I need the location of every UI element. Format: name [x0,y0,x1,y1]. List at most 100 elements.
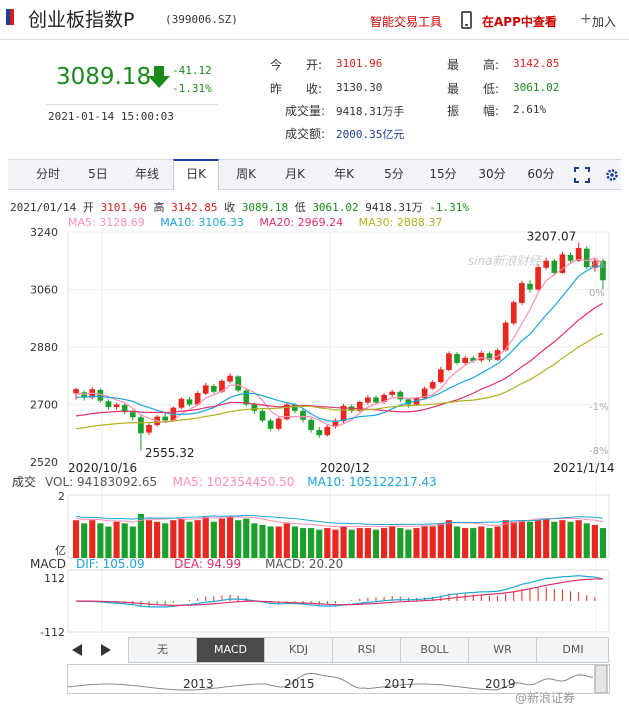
candle [81,392,87,398]
volume-bar [348,529,355,558]
volume-bar [381,528,388,558]
timeline-year: 2013 [183,677,214,691]
volume-bar [502,520,509,558]
ohlc-close-label: 收 [224,201,236,214]
indicator-tab-dmi[interactable]: DMI [537,638,609,662]
timeline-handle[interactable] [594,664,608,694]
candle [227,375,233,382]
price-change-pct: -1.31% [172,82,212,95]
turnover-value: 2000.35亿元 [336,128,405,141]
tab-yearline[interactable]: 年线 [124,160,170,189]
tab-intraday[interactable]: 分时 [25,160,71,189]
candle [592,260,598,268]
candle [365,397,371,403]
volume-bar [194,520,201,558]
volume-bar [389,526,396,558]
timeline-year: 2019 [485,677,516,691]
volume-bar [324,528,331,558]
volume-bar [470,528,477,558]
volume-bars [72,513,607,558]
candle [89,389,96,398]
volume-bar [462,528,469,558]
candle [583,248,590,268]
candle [535,267,541,290]
tab-monthly-k[interactable]: 月K [272,160,318,189]
quote-time: 2021-01-14 15:00:03 [48,110,174,123]
amplitude-label: 振 幅: [447,104,500,118]
tab-60min[interactable]: 60分 [518,160,564,189]
y-tick-label: 3240 [30,226,58,239]
volume-bar [186,521,193,558]
volume-bar [526,521,534,558]
volume-bar [397,528,404,558]
volume-bar [421,526,428,558]
scroll-left-icon[interactable] [70,643,84,657]
candle [373,397,379,403]
tab-5day[interactable]: 5日 [75,160,121,189]
ohlc-pct: -1.31% [429,201,470,214]
gear-icon[interactable] [604,167,620,183]
add-watchlist-button[interactable]: 加入 [592,13,616,30]
indicator-tab-macd[interactable]: MACD [197,638,265,662]
candle [478,352,485,361]
ma10-line [76,265,603,423]
tab-15min[interactable]: 15分 [420,160,466,189]
indicator-tab-none[interactable]: 无 [129,638,197,662]
macd-panel-frame [67,569,610,633]
open-label: 今 开: [270,58,323,72]
volume-ma5-line [75,516,604,528]
candle [527,283,533,290]
timeline-year: 2017 [384,677,415,691]
indicator-tab-kdj[interactable]: KDJ [265,638,333,662]
y-tick-label: 2520 [30,456,58,469]
macd-legend-item: DIF: 105.09 [76,557,145,571]
scroll-right-icon[interactable] [99,643,113,657]
plus-icon[interactable]: + [580,11,592,27]
ohlc-date: 2021/01/14 [10,201,77,214]
volume-bar [356,528,363,558]
indicator-tab-rsi[interactable]: RSI [333,638,401,662]
candle [267,420,274,429]
macd-legend-item: DEA: 94.99 [174,557,241,571]
volume-bar [243,518,250,558]
divider [46,104,218,105]
volume-bar [105,526,112,558]
volume-bar [308,528,315,558]
prev-close-label: 昨 收: [270,82,323,96]
chart-grid [67,231,610,633]
candle [73,389,79,394]
volume-axis-unit: 亿 [55,544,66,557]
candle [194,393,201,405]
view-in-app-link[interactable]: 在APP中查看 [482,13,557,30]
y-tick-label: 2700 [30,399,58,412]
candle [421,388,428,399]
volume-bar [413,528,420,558]
volume-bar [551,521,558,558]
tab-weekly-k[interactable]: 周K [223,160,269,189]
high-label: 最 高: [447,58,500,72]
volume-bar [364,528,371,558]
indicator-tab-boll[interactable]: BOLL [401,638,469,662]
tab-30min[interactable]: 30分 [469,160,515,189]
volume-bar [218,518,226,558]
candle [259,410,266,421]
volume-bar [202,517,209,558]
volume-bar [72,520,80,558]
candle [381,394,387,402]
open-value: 3101.96 [336,57,383,70]
volume-bar [81,523,88,558]
volume-bar [283,523,290,558]
fullscreen-icon[interactable] [574,167,590,183]
candle [340,405,347,422]
volume-bar [170,520,177,558]
volume-bar [267,526,274,558]
volume-panel-frame [67,494,610,559]
tab-5min[interactable]: 5分 [371,160,417,189]
tab-daily-k[interactable]: 日K [173,159,219,190]
indicator-tab-wr[interactable]: WR [469,638,537,662]
tab-yearly-k[interactable]: 年K [321,160,367,189]
volume-bar [178,518,185,558]
high-value: 3142.85 [513,57,560,70]
smart-trade-tool-link[interactable]: 智能交易工具 [370,13,442,30]
volume-bar [535,520,542,558]
